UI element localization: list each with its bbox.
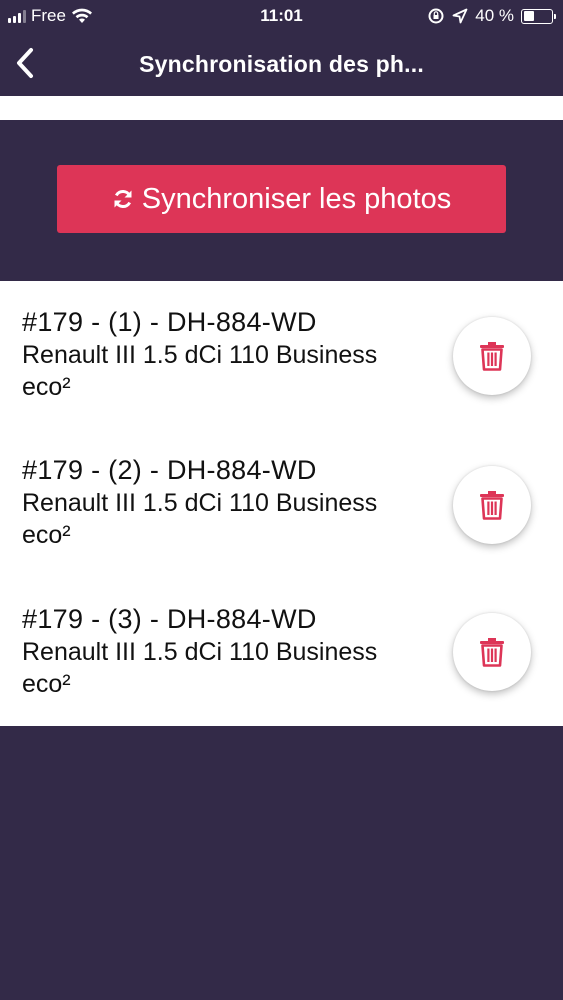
header-divider-strip xyxy=(0,96,563,120)
nav-bar: Synchronisation des ph... xyxy=(0,32,563,96)
sync-photos-button[interactable]: Synchroniser les photos xyxy=(57,165,506,233)
battery-icon xyxy=(521,8,556,24)
page-title: Synchronisation des ph... xyxy=(139,51,424,77)
list-item: #179 - (1) - DH-884-WD Renault III 1.5 d… xyxy=(0,281,563,429)
list-item: #179 - (2) - DH-884-WD Renault III 1.5 d… xyxy=(0,429,563,577)
location-icon xyxy=(452,8,468,24)
trash-icon xyxy=(480,491,504,520)
status-bar: Free 11:01 40 % xyxy=(0,0,563,32)
item-description: Renault III 1.5 dCi 110 Business eco² xyxy=(22,638,378,698)
trash-icon xyxy=(480,638,504,667)
back-button[interactable] xyxy=(8,44,42,82)
item-title: #179 - (3) - DH-884-WD xyxy=(22,604,317,634)
status-right: 40 % xyxy=(427,6,556,26)
item-title: #179 - (1) - DH-884-WD xyxy=(22,307,317,337)
list-item: #179 - (3) - DH-884-WD Renault III 1.5 d… xyxy=(0,578,563,726)
item-description: Renault III 1.5 dCi 110 Business eco² xyxy=(22,489,378,549)
delete-button[interactable] xyxy=(453,613,531,691)
sync-photos-label: Synchroniser les photos xyxy=(141,182,452,215)
refresh-icon xyxy=(114,189,132,209)
item-description: Renault III 1.5 dCi 110 Business eco² xyxy=(22,341,378,401)
sync-area: Synchroniser les photos xyxy=(0,120,563,281)
list-item-text: #179 - (1) - DH-884-WD Renault III 1.5 d… xyxy=(22,305,432,403)
delete-button[interactable] xyxy=(453,317,531,395)
trash-icon xyxy=(480,342,504,371)
chevron-left-icon xyxy=(17,48,33,78)
delete-button[interactable] xyxy=(453,466,531,544)
photo-list: #179 - (1) - DH-884-WD Renault III 1.5 d… xyxy=(0,281,563,726)
list-item-text: #179 - (3) - DH-884-WD Renault III 1.5 d… xyxy=(22,602,432,700)
item-title: #179 - (2) - DH-884-WD xyxy=(22,455,317,485)
orientation-lock-icon xyxy=(428,8,444,24)
list-item-text: #179 - (2) - DH-884-WD Renault III 1.5 d… xyxy=(22,453,432,551)
battery-fill xyxy=(523,11,535,21)
battery-percent: 40 % xyxy=(475,6,514,25)
